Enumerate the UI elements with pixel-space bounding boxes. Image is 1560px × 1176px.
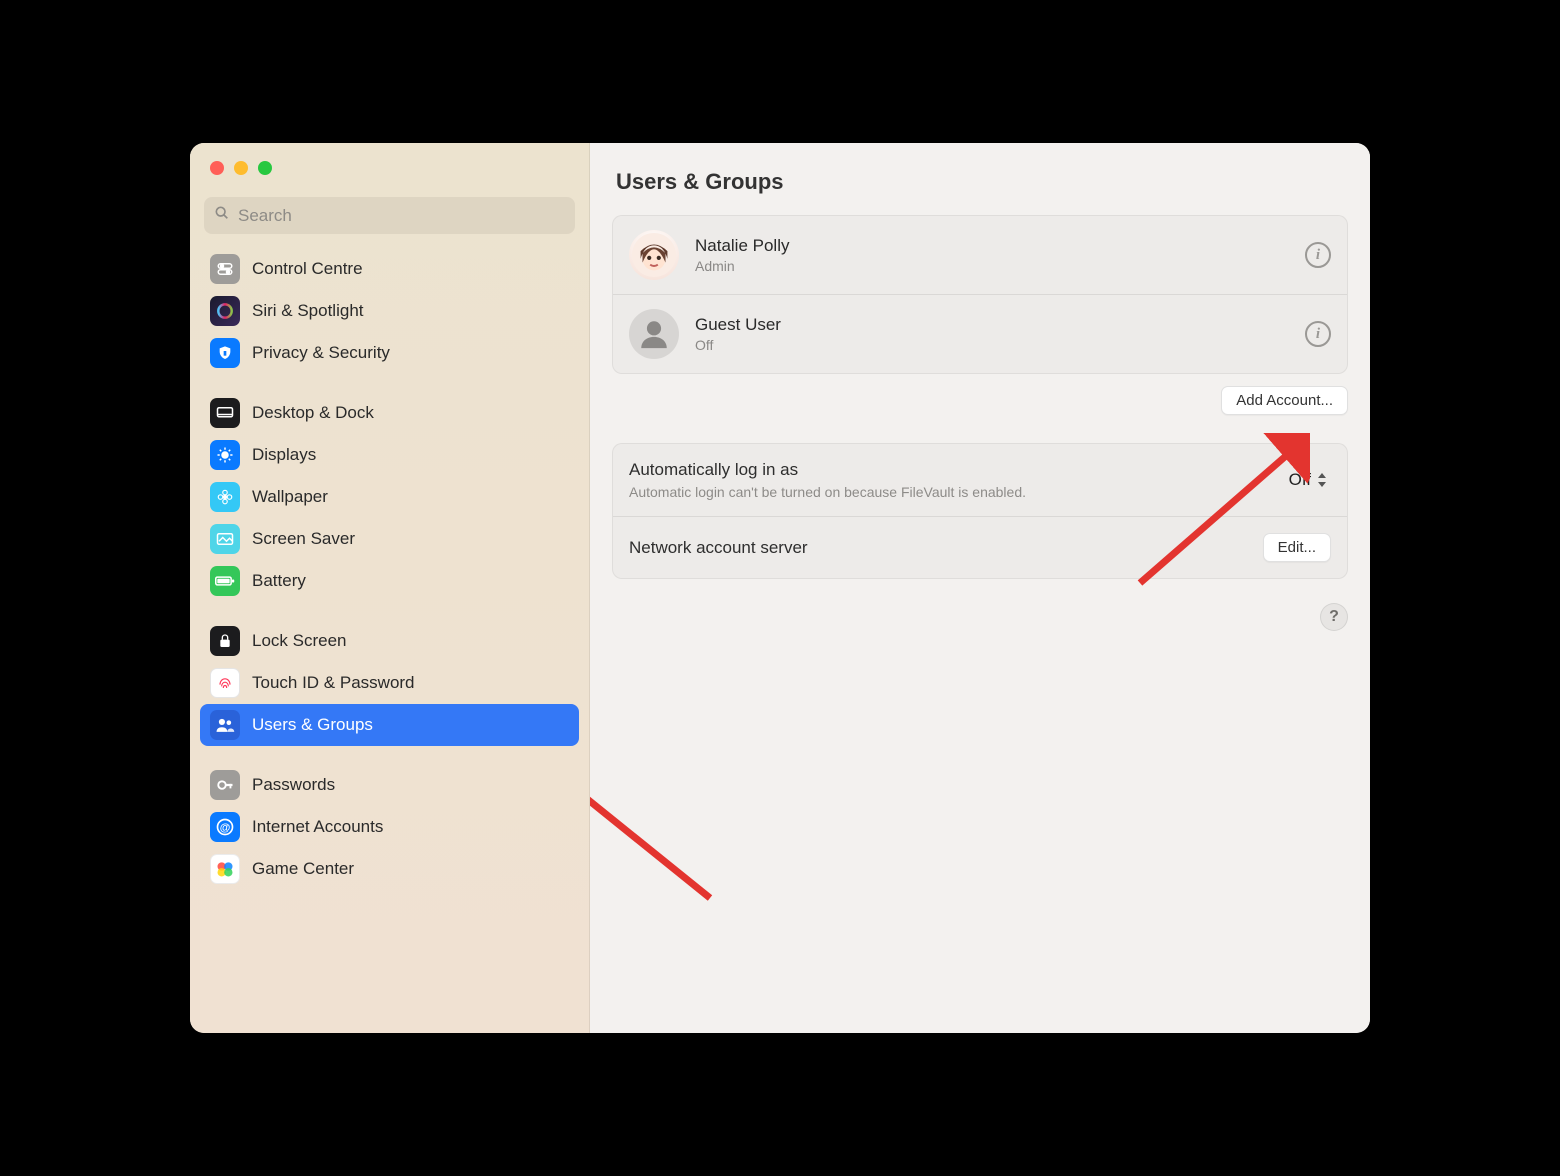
add-account-button[interactable]: Add Account...	[1221, 386, 1348, 415]
users-panel: Natalie Polly Admin i Guest User Off i	[612, 215, 1348, 374]
user-info-button[interactable]: i	[1305, 242, 1331, 268]
desktop-dock-icon	[210, 398, 240, 428]
siri-icon	[210, 296, 240, 326]
sidebar-item-lock-screen[interactable]: Lock Screen	[200, 620, 579, 662]
lock-screen-icon	[210, 626, 240, 656]
sidebar-item-label: Users & Groups	[252, 715, 373, 735]
main-content: Users & Groups Natalie Polly Admin	[590, 143, 1370, 1033]
user-info-button[interactable]: i	[1305, 321, 1331, 347]
game-center-icon	[210, 854, 240, 884]
network-server-edit-button[interactable]: Edit...	[1263, 533, 1331, 562]
search-field[interactable]	[204, 197, 575, 234]
sidebar-item-label: Displays	[252, 445, 316, 465]
sidebar-item-label: Passwords	[252, 775, 335, 795]
auto-login-label: Automatically log in as	[629, 460, 1026, 480]
sidebar: Control Centre Siri & Spotlight Privacy …	[190, 143, 590, 1033]
window-controls	[190, 161, 589, 175]
search-icon	[214, 205, 230, 226]
internet-accounts-icon: @	[210, 812, 240, 842]
fullscreen-window-button[interactable]	[258, 161, 272, 175]
dropdown-value: Off	[1289, 470, 1311, 490]
privacy-icon	[210, 338, 240, 368]
user-role: Admin	[695, 258, 790, 274]
sidebar-item-label: Game Center	[252, 859, 354, 879]
help-button[interactable]: ?	[1320, 603, 1348, 631]
sidebar-item-label: Wallpaper	[252, 487, 328, 507]
svg-text:@: @	[220, 822, 231, 834]
system-settings-window: Control Centre Siri & Spotlight Privacy …	[190, 143, 1370, 1033]
screen-saver-icon	[210, 524, 240, 554]
sidebar-item-touchid-password[interactable]: Touch ID & Password	[200, 662, 579, 704]
sidebar-list: Control Centre Siri & Spotlight Privacy …	[190, 244, 589, 894]
sidebar-item-label: Control Centre	[252, 259, 363, 279]
control-centre-icon	[210, 254, 240, 284]
sidebar-item-label: Screen Saver	[252, 529, 355, 549]
touchid-icon	[210, 668, 240, 698]
login-settings-panel: Automatically log in as Automatic login …	[612, 443, 1348, 579]
user-name: Guest User	[695, 315, 781, 335]
network-server-label: Network account server	[629, 538, 808, 558]
sidebar-item-wallpaper[interactable]: Wallpaper	[200, 476, 579, 518]
user-role: Off	[695, 337, 781, 353]
avatar	[629, 309, 679, 359]
close-window-button[interactable]	[210, 161, 224, 175]
annotation-arrow	[590, 748, 730, 908]
sidebar-item-displays[interactable]: Displays	[200, 434, 579, 476]
search-input[interactable]	[238, 206, 565, 226]
auto-login-row: Automatically log in as Automatic login …	[613, 444, 1347, 516]
displays-icon	[210, 440, 240, 470]
sidebar-item-desktop-dock[interactable]: Desktop & Dock	[200, 392, 579, 434]
passwords-icon	[210, 770, 240, 800]
sidebar-item-label: Siri & Spotlight	[252, 301, 364, 321]
sidebar-item-siri-spotlight[interactable]: Siri & Spotlight	[200, 290, 579, 332]
user-row[interactable]: Natalie Polly Admin i	[613, 216, 1347, 294]
sidebar-item-label: Internet Accounts	[252, 817, 383, 837]
battery-icon	[210, 566, 240, 596]
sidebar-item-game-center[interactable]: Game Center	[200, 848, 579, 890]
user-name: Natalie Polly	[695, 236, 790, 256]
network-server-row: Network account server Edit...	[613, 516, 1347, 578]
sidebar-item-label: Privacy & Security	[252, 343, 390, 363]
minimize-window-button[interactable]	[234, 161, 248, 175]
wallpaper-icon	[210, 482, 240, 512]
sidebar-item-control-centre[interactable]: Control Centre	[200, 248, 579, 290]
sidebar-item-screen-saver[interactable]: Screen Saver	[200, 518, 579, 560]
sidebar-item-battery[interactable]: Battery	[200, 560, 579, 602]
sidebar-item-users-groups[interactable]: Users & Groups	[200, 704, 579, 746]
auto-login-description: Automatic login can't be turned on becau…	[629, 484, 1026, 500]
sidebar-item-label: Desktop & Dock	[252, 403, 374, 423]
sidebar-item-label: Battery	[252, 571, 306, 591]
sidebar-item-passwords[interactable]: Passwords	[200, 764, 579, 806]
sidebar-item-privacy-security[interactable]: Privacy & Security	[200, 332, 579, 374]
sidebar-item-internet-accounts[interactable]: @ Internet Accounts	[200, 806, 579, 848]
avatar	[629, 230, 679, 280]
page-title: Users & Groups	[616, 169, 1348, 195]
sidebar-item-label: Touch ID & Password	[252, 673, 415, 693]
user-row[interactable]: Guest User Off i	[613, 294, 1347, 373]
sidebar-item-label: Lock Screen	[252, 631, 347, 651]
users-groups-icon	[210, 710, 240, 740]
chevron-updown-icon	[1317, 473, 1327, 487]
auto-login-dropdown[interactable]: Off	[1285, 468, 1331, 492]
